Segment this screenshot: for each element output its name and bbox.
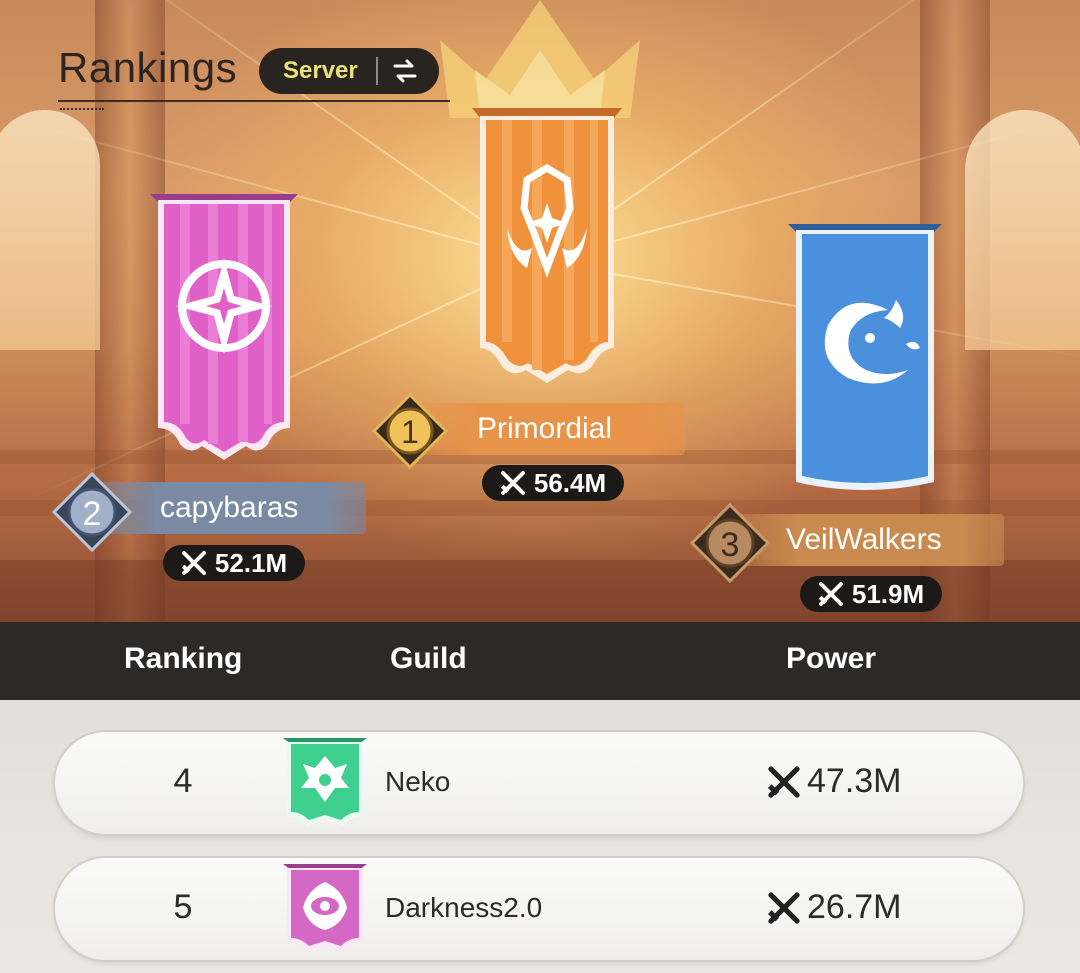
row-guild-name: Darkness2.0 — [385, 892, 543, 923]
crossed-swords-icon — [818, 582, 843, 606]
third-place-banner[interactable] — [788, 220, 942, 492]
column-header-power: Power — [786, 642, 877, 675]
row-power-value: 26.7M — [807, 888, 902, 926]
beast-emblem-icon — [283, 738, 367, 826]
second-place-power: 52.1M — [163, 545, 305, 581]
table-row[interactable]: 4 Neko 47.3M — [55, 732, 1023, 834]
row-power-value: 47.3M — [807, 762, 902, 800]
crossed-swords-icon — [500, 471, 525, 495]
row-rank: 4 — [173, 762, 193, 800]
first-place-power: 56.4M — [482, 465, 624, 501]
row-power: 47.3M — [767, 762, 902, 801]
scope-label: Server — [283, 57, 358, 84]
second-place-guild-name: capybaras — [160, 491, 299, 524]
podium-scene: Rankings Server Primordial 1 56.4M capyb… — [0, 0, 1080, 622]
crossed-swords-icon — [181, 551, 206, 575]
title-dots — [60, 108, 104, 112]
swap-arrows-icon — [393, 59, 417, 83]
third-place-power: 51.9M — [800, 576, 942, 612]
table-row[interactable]: 5 Darkness2.0 26.7M — [55, 858, 1023, 960]
page-title: Rankings — [58, 44, 238, 91]
scope-toggle-button[interactable]: Server — [259, 48, 439, 94]
rank-1-medal-icon: 1 — [372, 393, 448, 469]
column-header-guild: Guild — [390, 642, 467, 675]
second-place-power-value: 52.1M — [214, 547, 288, 578]
rank-2-medal-icon: 2 — [52, 472, 132, 552]
svg-text:1: 1 — [401, 414, 419, 450]
table-header: Ranking Guild Power — [0, 622, 1080, 700]
first-place-power-value: 56.4M — [533, 467, 607, 498]
background-window — [0, 110, 100, 350]
second-place-banner[interactable] — [150, 188, 298, 460]
row-guild-name: Neko — [385, 766, 451, 797]
first-place-guild-name: Primordial — [477, 412, 613, 445]
ranking-list[interactable]: 4 Neko 47.3M 5 Darkness2.0 26.7M — [0, 700, 1080, 973]
crossed-swords-icon — [767, 891, 800, 924]
title-area: Rankings — [58, 44, 237, 92]
third-place-guild-name: VeilWalkers — [786, 523, 942, 556]
row-rank: 5 — [173, 888, 193, 926]
background-window — [965, 110, 1080, 350]
svg-text:2: 2 — [83, 495, 102, 533]
rank-3-medal-icon: 3 — [690, 503, 770, 583]
svg-text:3: 3 — [721, 526, 740, 564]
first-place-banner[interactable] — [472, 108, 622, 383]
crown-icon — [440, 0, 640, 118]
pill-divider — [375, 57, 378, 85]
eye-emblem-icon — [283, 864, 367, 952]
row-power: 26.7M — [767, 888, 902, 927]
column-header-ranking: Ranking — [124, 642, 243, 675]
crossed-swords-icon — [767, 765, 800, 798]
title-underline — [58, 100, 450, 102]
first-place-plate[interactable]: Primordial — [410, 403, 685, 455]
third-place-power-value: 51.9M — [851, 578, 925, 609]
